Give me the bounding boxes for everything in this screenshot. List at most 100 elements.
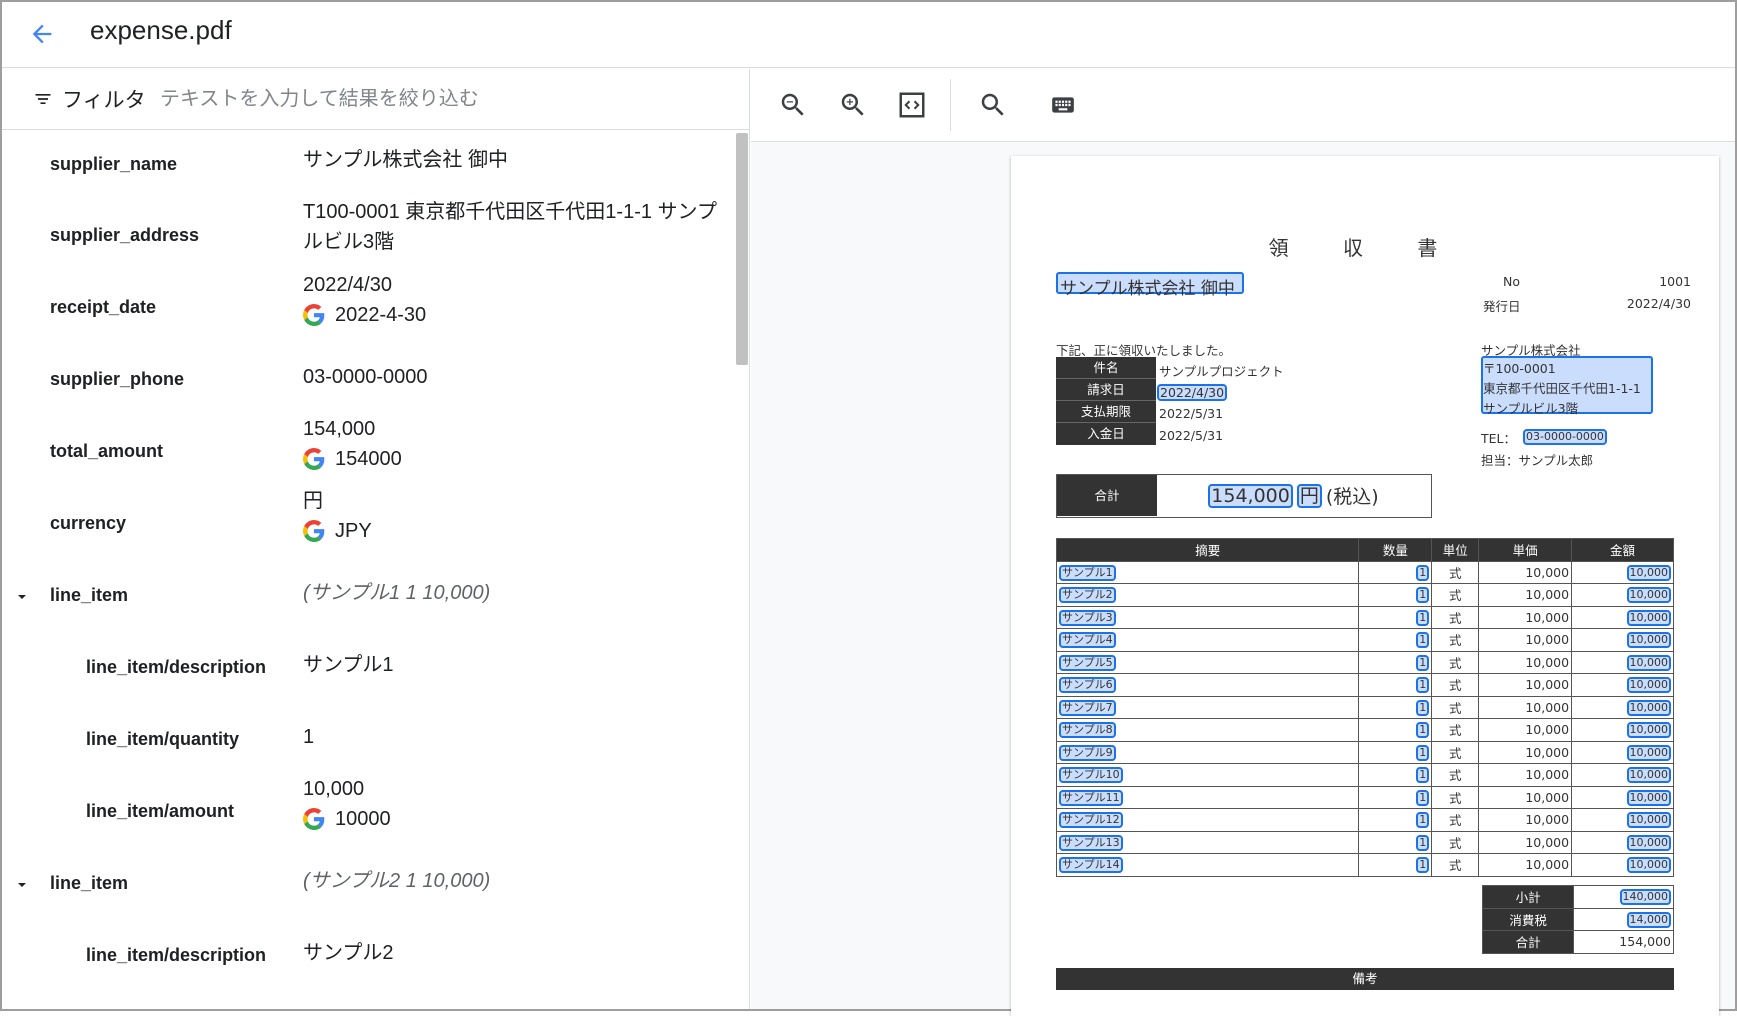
table-row: サンプル1 1 式 10,000 10,000: [1055, 560, 1674, 584]
item-quantity-highlight[interactable]: 1: [1416, 767, 1430, 784]
item-description-cell: サンプル3: [1055, 605, 1360, 629]
item-description-highlight[interactable]: サンプル1: [1059, 564, 1116, 581]
total-box: 合計 154,000 円 (税込): [1056, 474, 1432, 518]
item-description-highlight[interactable]: サンプル6: [1059, 677, 1116, 694]
item-quantity-highlight[interactable]: 1: [1416, 699, 1430, 716]
item-description-highlight[interactable]: サンプル8: [1059, 722, 1116, 739]
item-quantity-highlight[interactable]: 1: [1416, 834, 1430, 851]
item-amount-highlight[interactable]: 10,000: [1626, 587, 1671, 604]
keyboard-button[interactable]: [1041, 83, 1085, 127]
filter-icon[interactable]: [32, 89, 54, 109]
item-quantity-cell: 1: [1358, 583, 1433, 607]
zoom-in-button[interactable]: [831, 83, 875, 127]
item-description-highlight[interactable]: サンプル5: [1059, 654, 1116, 671]
recipient-highlight[interactable]: サンプル株式会社 御中: [1056, 272, 1244, 299]
item-quantity-highlight[interactable]: 1: [1416, 654, 1430, 671]
item-description-highlight[interactable]: サンプル2: [1059, 587, 1116, 604]
item-amount-highlight[interactable]: 10,000: [1626, 632, 1671, 649]
item-description-highlight[interactable]: サンプル12: [1059, 812, 1123, 829]
item-quantity-highlight[interactable]: 1: [1416, 587, 1430, 604]
item-amount-highlight[interactable]: 10,000: [1626, 857, 1671, 874]
field-row-line-item[interactable]: line_item (サンプル1 1 10,000): [2, 563, 732, 635]
item-amount-highlight[interactable]: 10,000: [1626, 834, 1671, 851]
field-row-total-amount[interactable]: total_amount 154,000 154000: [2, 418, 732, 491]
normalized-text: 10000: [335, 808, 391, 830]
item-description-highlight[interactable]: サンプル11: [1059, 789, 1123, 806]
item-amount-highlight[interactable]: 10,000: [1626, 677, 1671, 694]
items-table: 摘要 数量 単位 単価 金額 サンプル1 1 式 10,000 10,000 サンプル2 1…: [1055, 538, 1674, 877]
item-quantity-cell: 1: [1358, 740, 1433, 764]
field-value: 円: [303, 490, 323, 512]
total-label: 合計: [1057, 475, 1157, 516]
item-quantity-highlight[interactable]: 1: [1416, 677, 1430, 694]
item-amount-highlight[interactable]: 10,000: [1626, 789, 1671, 806]
info-value: サンプルプロジェクト: [1159, 364, 1284, 379]
item-quantity-highlight[interactable]: 1: [1416, 857, 1430, 874]
line-item-summary: (サンプル1 1 10,000): [303, 582, 491, 604]
field-key: line_item/description: [86, 657, 267, 677]
item-amount-highlight[interactable]: 10,000: [1626, 609, 1671, 626]
tax-value-highlight[interactable]: 14,000: [1626, 911, 1671, 928]
fit-page-button[interactable]: [890, 83, 934, 127]
toolbar-divider: [950, 79, 951, 131]
item-description-highlight[interactable]: サンプル3: [1059, 609, 1116, 626]
summary-row: 合計 154,000: [1481, 930, 1674, 954]
item-quantity-highlight[interactable]: 1: [1416, 789, 1430, 806]
item-amount-highlight[interactable]: 10,000: [1626, 767, 1671, 784]
subtotal-value-highlight[interactable]: 140,000: [1619, 889, 1671, 906]
field-row-currency[interactable]: currency 円 JPY: [2, 490, 732, 563]
back-button[interactable]: [22, 14, 62, 54]
collapse-arrow-icon[interactable]: [14, 877, 30, 893]
item-description-cell: サンプル10: [1055, 763, 1360, 787]
item-amount-highlight[interactable]: 10,000: [1626, 654, 1671, 671]
filter-label[interactable]: フィルタ: [62, 84, 146, 114]
tel-value-highlight[interactable]: 03-0000-0000: [1523, 429, 1607, 445]
item-description-highlight[interactable]: サンプル10: [1059, 767, 1123, 784]
item-description-highlight[interactable]: サンプル4: [1059, 632, 1116, 649]
scrollbar-thumb[interactable]: [736, 133, 748, 365]
item-amount-highlight[interactable]: 10,000: [1626, 699, 1671, 716]
item-unit-price-cell: 10,000: [1478, 583, 1573, 607]
field-key: supplier_address: [50, 225, 200, 245]
field-row-line-item-description[interactable]: line_item/description サンプル2: [2, 923, 732, 995]
collapse-arrow-icon[interactable]: [14, 589, 30, 605]
field-row-line-item-description[interactable]: line_item/description サンプル1: [2, 635, 732, 707]
search-button[interactable]: [971, 83, 1015, 127]
item-description-highlight[interactable]: サンプル14: [1059, 857, 1123, 874]
item-quantity-highlight[interactable]: 1: [1416, 812, 1430, 829]
item-amount-cell: 10,000: [1571, 718, 1674, 742]
field-row-line-item-quantity[interactable]: line_item/quantity 1: [2, 707, 732, 779]
no-value: 1001: [1659, 274, 1691, 289]
field-row-supplier-address[interactable]: supplier_address T100-0001 東京都千代田区千代田1-1…: [2, 201, 732, 275]
field-row-supplier-phone[interactable]: supplier_phone 03-0000-0000: [2, 347, 732, 419]
field-row-supplier-name[interactable]: supplier_name サンプル株式会社 御中: [2, 131, 732, 203]
item-amount-highlight[interactable]: 10,000: [1626, 564, 1671, 581]
google-icon: [303, 520, 325, 542]
item-description-highlight[interactable]: サンプル13: [1059, 834, 1123, 851]
item-description-cell: サンプル14: [1055, 853, 1360, 877]
item-amount-highlight[interactable]: 10,000: [1626, 722, 1671, 739]
field-row-line-item[interactable]: line_item (サンプル2 1 10,000): [2, 851, 732, 923]
address-highlight[interactable]: 〒100-0001 東京都千代田区千代田1-1-1 サンプルビル3階: [1481, 356, 1653, 416]
item-quantity-highlight[interactable]: 1: [1416, 632, 1430, 649]
info-value-highlight[interactable]: 2022/4/30: [1157, 384, 1228, 401]
table-row: サンプル9 1 式 10,000 10,000: [1055, 740, 1674, 764]
item-description-highlight[interactable]: サンプル7: [1059, 699, 1116, 716]
total-currency-highlight[interactable]: 円: [1296, 483, 1322, 508]
zoom-out-button[interactable]: [771, 83, 815, 127]
item-amount-highlight[interactable]: 10,000: [1626, 812, 1671, 829]
field-row-line-item-amount[interactable]: line_item/amount 10,000 10000: [2, 778, 732, 851]
total-amount-highlight[interactable]: 154,000: [1208, 483, 1293, 508]
item-quantity-cell: 1: [1358, 628, 1433, 652]
item-quantity-highlight[interactable]: 1: [1416, 564, 1430, 581]
item-quantity-highlight[interactable]: 1: [1416, 609, 1430, 626]
item-amount-highlight[interactable]: 10,000: [1626, 744, 1671, 761]
filter-input[interactable]: [158, 81, 718, 117]
item-description-highlight[interactable]: サンプル9: [1059, 744, 1116, 761]
item-quantity-highlight[interactable]: 1: [1416, 744, 1430, 761]
field-row-receipt-date[interactable]: receipt_date 2022/4/30 2022-4-30: [2, 274, 732, 347]
item-quantity-cell: 1: [1358, 808, 1433, 832]
item-quantity-highlight[interactable]: 1: [1416, 722, 1430, 739]
item-amount-cell: 10,000: [1571, 853, 1674, 877]
item-unit-cell: 式: [1431, 628, 1480, 652]
